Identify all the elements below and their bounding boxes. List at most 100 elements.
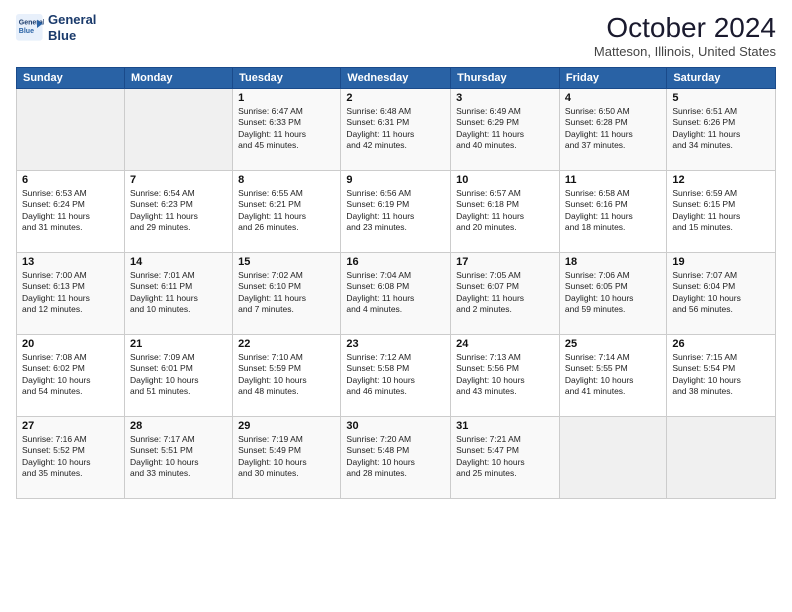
logo-text-general: General [48, 12, 96, 28]
day-number: 12 [672, 174, 770, 186]
day-info: Sunrise: 7:16 AM Sunset: 5:52 PM Dayligh… [22, 434, 119, 480]
day-cell: 10Sunrise: 6:57 AM Sunset: 6:18 PM Dayli… [451, 171, 560, 253]
day-info: Sunrise: 6:54 AM Sunset: 6:23 PM Dayligh… [130, 188, 227, 234]
day-cell [17, 89, 125, 171]
header-cell-sunday: Sunday [17, 68, 125, 89]
week-row-3: 20Sunrise: 7:08 AM Sunset: 6:02 PM Dayli… [17, 335, 776, 417]
day-cell [124, 89, 232, 171]
header-cell-wednesday: Wednesday [341, 68, 451, 89]
day-info: Sunrise: 6:50 AM Sunset: 6:28 PM Dayligh… [565, 106, 661, 152]
day-number: 6 [22, 174, 119, 186]
day-number: 9 [346, 174, 445, 186]
day-info: Sunrise: 6:59 AM Sunset: 6:15 PM Dayligh… [672, 188, 770, 234]
day-cell: 8Sunrise: 6:55 AM Sunset: 6:21 PM Daylig… [233, 171, 341, 253]
week-row-2: 13Sunrise: 7:00 AM Sunset: 6:13 PM Dayli… [17, 253, 776, 335]
day-number: 14 [130, 256, 227, 268]
day-cell: 30 Sunrise: 7:20 AM Sunset: 5:48 PM Dayli… [341, 417, 451, 499]
day-cell [559, 417, 666, 499]
day-cell: 27Sunrise: 7:16 AM Sunset: 5:52 PM Dayli… [17, 417, 125, 499]
calendar-table: SundayMondayTuesdayWednesdayThursdayFrid… [16, 67, 776, 499]
day-cell: 6Sunrise: 6:53 AM Sunset: 6:24 PM Daylig… [17, 171, 125, 253]
week-row-1: 6Sunrise: 6:53 AM Sunset: 6:24 PM Daylig… [17, 171, 776, 253]
day-number: 29 [238, 420, 335, 432]
day-cell: 16Sunrise: 7:04 AM Sunset: 6:08 PM Dayli… [341, 253, 451, 335]
day-number: 22 [238, 338, 335, 350]
title-block: October 2024 Matteson, Illinois, United … [594, 12, 776, 59]
day-info: Sunrise: 7:13 AM Sunset: 5:56 PM Dayligh… [456, 352, 554, 398]
day-info: Sunrise: 7:06 AM Sunset: 6:05 PM Dayligh… [565, 270, 661, 316]
day-number: 24 [456, 338, 554, 350]
header-cell-monday: Monday [124, 68, 232, 89]
day-info: Sunrise: 7:15 AM Sunset: 5:54 PM Dayligh… [672, 352, 770, 398]
day-cell: 26 Sunrise: 7:15 AM Sunset: 5:54 PM Dayli… [667, 335, 776, 417]
day-cell: 3Sunrise: 6:49 AM Sunset: 6:29 PM Daylig… [451, 89, 560, 171]
day-number: 17 [456, 256, 554, 268]
logo-icon: General Blue [16, 14, 44, 42]
day-number: 5 [672, 92, 770, 104]
day-info: Sunrise: 6:56 AM Sunset: 6:19 PM Dayligh… [346, 188, 445, 234]
day-number: 31 [456, 420, 554, 432]
day-number: 7 [130, 174, 227, 186]
day-number: 8 [238, 174, 335, 186]
day-info: Sunrise: 6:49 AM Sunset: 6:29 PM Dayligh… [456, 106, 554, 152]
day-info: Sunrise: 7:02 AM Sunset: 6:10 PM Dayligh… [238, 270, 335, 316]
header-cell-tuesday: Tuesday [233, 68, 341, 89]
day-number: 26 [672, 338, 770, 350]
day-number: 25 [565, 338, 661, 350]
day-number: 23 [346, 338, 445, 350]
day-number: 28 [130, 420, 227, 432]
day-info: Sunrise: 6:48 AM Sunset: 6:31 PM Dayligh… [346, 106, 445, 152]
day-info: Sunrise: 6:47 AM Sunset: 6:33 PM Dayligh… [238, 106, 335, 152]
day-number: 1 [238, 92, 335, 104]
day-info: Sunrise: 7:10 AM Sunset: 5:59 PM Dayligh… [238, 352, 335, 398]
day-number: 2 [346, 92, 445, 104]
day-info: Sunrise: 7:21 AM Sunset: 5:47 PM Dayligh… [456, 434, 554, 480]
day-cell: 19 Sunrise: 7:07 AM Sunset: 6:04 PM Dayli… [667, 253, 776, 335]
logo: General Blue General Blue [16, 12, 96, 43]
day-cell: 12 Sunrise: 6:59 AM Sunset: 6:15 PM Dayli… [667, 171, 776, 253]
day-cell: 11 Sunrise: 6:58 AM Sunset: 6:16 PM Dayli… [559, 171, 666, 253]
day-number: 4 [565, 92, 661, 104]
day-info: Sunrise: 7:09 AM Sunset: 6:01 PM Dayligh… [130, 352, 227, 398]
day-cell: 13Sunrise: 7:00 AM Sunset: 6:13 PM Dayli… [17, 253, 125, 335]
day-number: 30 [346, 420, 445, 432]
day-cell: 5Sunrise: 6:51 AM Sunset: 6:26 PM Daylig… [667, 89, 776, 171]
day-cell: 25Sunrise: 7:14 AM Sunset: 5:55 PM Dayli… [559, 335, 666, 417]
day-info: Sunrise: 7:05 AM Sunset: 6:07 PM Dayligh… [456, 270, 554, 316]
day-number: 21 [130, 338, 227, 350]
day-cell: 18 Sunrise: 7:06 AM Sunset: 6:05 PM Dayli… [559, 253, 666, 335]
day-number: 11 [565, 174, 661, 186]
header-row: SundayMondayTuesdayWednesdayThursdayFrid… [17, 68, 776, 89]
day-cell: 23Sunrise: 7:12 AM Sunset: 5:58 PM Dayli… [341, 335, 451, 417]
day-cell: 1 Sunrise: 6:47 AM Sunset: 6:33 PM Daylig… [233, 89, 341, 171]
day-info: Sunrise: 7:01 AM Sunset: 6:11 PM Dayligh… [130, 270, 227, 316]
logo-text-blue: Blue [48, 28, 96, 44]
day-info: Sunrise: 7:08 AM Sunset: 6:02 PM Dayligh… [22, 352, 119, 398]
day-cell: 29 Sunrise: 7:19 AM Sunset: 5:49 PM Dayli… [233, 417, 341, 499]
day-cell: 14 Sunrise: 7:01 AM Sunset: 6:11 PM Dayli… [124, 253, 232, 335]
day-number: 18 [565, 256, 661, 268]
day-cell: 9 Sunrise: 6:56 AM Sunset: 6:19 PM Daylig… [341, 171, 451, 253]
day-info: Sunrise: 7:17 AM Sunset: 5:51 PM Dayligh… [130, 434, 227, 480]
day-info: Sunrise: 7:04 AM Sunset: 6:08 PM Dayligh… [346, 270, 445, 316]
day-info: Sunrise: 6:58 AM Sunset: 6:16 PM Dayligh… [565, 188, 661, 234]
header-cell-friday: Friday [559, 68, 666, 89]
day-info: Sunrise: 7:00 AM Sunset: 6:13 PM Dayligh… [22, 270, 119, 316]
header-cell-saturday: Saturday [667, 68, 776, 89]
page: General Blue General Blue October 2024 M… [0, 0, 792, 612]
day-number: 19 [672, 256, 770, 268]
day-number: 10 [456, 174, 554, 186]
day-cell: 17 Sunrise: 7:05 AM Sunset: 6:07 PM Dayli… [451, 253, 560, 335]
day-info: Sunrise: 7:07 AM Sunset: 6:04 PM Dayligh… [672, 270, 770, 316]
calendar-subtitle: Matteson, Illinois, United States [594, 44, 776, 59]
day-info: Sunrise: 7:19 AM Sunset: 5:49 PM Dayligh… [238, 434, 335, 480]
day-cell: 15Sunrise: 7:02 AM Sunset: 6:10 PM Dayli… [233, 253, 341, 335]
day-info: Sunrise: 7:20 AM Sunset: 5:48 PM Dayligh… [346, 434, 445, 480]
week-row-0: 1 Sunrise: 6:47 AM Sunset: 6:33 PM Daylig… [17, 89, 776, 171]
day-cell: 31 Sunrise: 7:21 AM Sunset: 5:47 PM Dayli… [451, 417, 560, 499]
week-row-4: 27Sunrise: 7:16 AM Sunset: 5:52 PM Dayli… [17, 417, 776, 499]
day-cell: 2 Sunrise: 6:48 AM Sunset: 6:31 PM Daylig… [341, 89, 451, 171]
header: General Blue General Blue October 2024 M… [16, 12, 776, 59]
day-cell: 4 Sunrise: 6:50 AM Sunset: 6:28 PM Daylig… [559, 89, 666, 171]
day-cell [667, 417, 776, 499]
